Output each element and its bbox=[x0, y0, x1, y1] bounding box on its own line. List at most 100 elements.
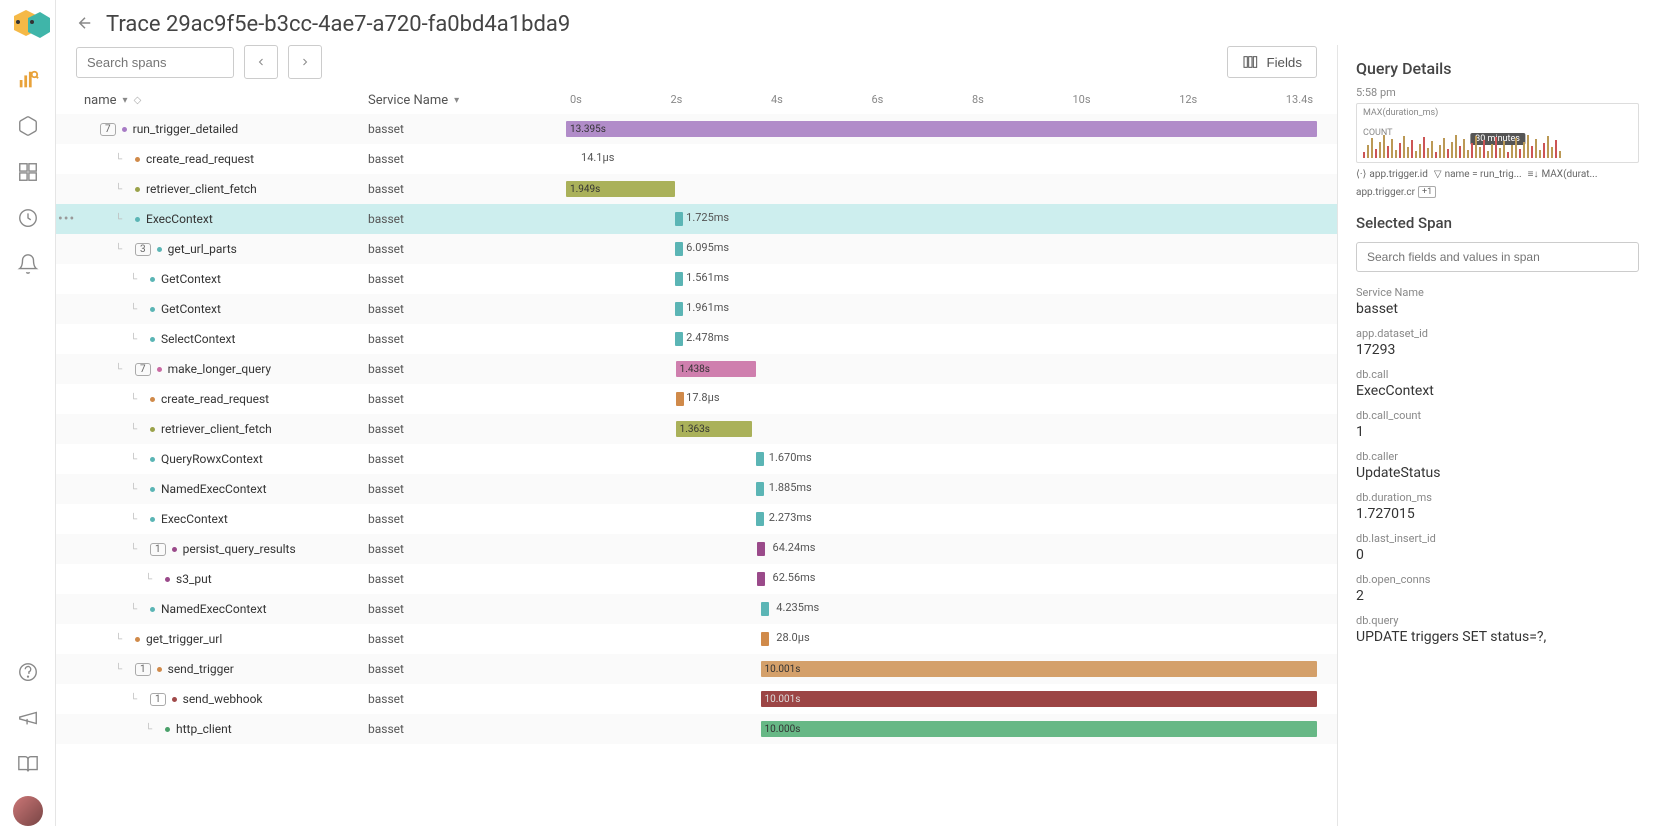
span-color-dot bbox=[150, 337, 155, 342]
span-color-dot bbox=[150, 607, 155, 612]
filter-pill[interactable]: ▽name = run_trig... bbox=[1434, 169, 1522, 180]
help-icon[interactable] bbox=[14, 658, 42, 686]
field-row[interactable]: Service Namebasset bbox=[1356, 286, 1639, 317]
filter-icon: ▽ bbox=[1434, 169, 1442, 180]
span-row[interactable]: └http_clientbasset10.000s bbox=[56, 714, 1337, 744]
span-row[interactable]: └get_trigger_urlbasset28.0µs bbox=[56, 624, 1337, 654]
row-actions-icon[interactable]: ••• bbox=[58, 211, 75, 227]
alerts-icon[interactable] bbox=[14, 250, 42, 278]
span-row[interactable]: └retriever_client_fetchbasset1.949s bbox=[56, 174, 1337, 204]
duration-tick[interactable] bbox=[756, 482, 764, 496]
duration-label: 14.1µs bbox=[581, 151, 614, 164]
field-row[interactable]: db.call_count1 bbox=[1356, 409, 1639, 440]
child-count-badge[interactable]: 7 bbox=[100, 123, 116, 136]
duration-tick[interactable] bbox=[675, 242, 683, 256]
field-value: UpdateStatus bbox=[1356, 465, 1639, 481]
history-icon[interactable] bbox=[14, 204, 42, 232]
duration-bar[interactable]: 10.001s bbox=[761, 661, 1317, 677]
span-row[interactable]: └QueryRowxContextbasset1.670ms bbox=[56, 444, 1337, 474]
duration-tick[interactable] bbox=[757, 542, 765, 556]
span-name: NamedExecContext bbox=[161, 482, 267, 496]
duration-tick[interactable] bbox=[757, 572, 765, 586]
field-row[interactable]: app.dataset_id17293 bbox=[1356, 327, 1639, 358]
fields-button[interactable]: Fields bbox=[1227, 46, 1317, 78]
filter-pill[interactable]: ≡↓MAX(durat... bbox=[1528, 169, 1598, 180]
child-count-badge[interactable]: 7 bbox=[135, 363, 151, 376]
span-row[interactable]: └create_read_requestbasset14.1µs bbox=[56, 144, 1337, 174]
next-button[interactable] bbox=[288, 45, 322, 79]
span-row[interactable]: └NamedExecContextbasset4.235ms bbox=[56, 594, 1337, 624]
span-row[interactable]: └1persist_query_resultsbasset64.24ms bbox=[56, 534, 1337, 564]
span-row[interactable]: 7run_trigger_detailedbasset13.395s bbox=[56, 114, 1337, 144]
duration-tick[interactable] bbox=[675, 332, 683, 346]
boards-icon[interactable] bbox=[14, 158, 42, 186]
prev-button[interactable] bbox=[244, 45, 278, 79]
duration-bar[interactable]: 13.395s bbox=[566, 121, 1317, 137]
duration-tick[interactable] bbox=[761, 632, 769, 646]
field-row[interactable]: db.callerUpdateStatus bbox=[1356, 450, 1639, 481]
docs-icon[interactable] bbox=[14, 750, 42, 778]
span-row[interactable]: └retriever_client_fetchbasset1.363s bbox=[56, 414, 1337, 444]
duration-bar[interactable]: 1.438s bbox=[676, 361, 756, 377]
duration-bar[interactable]: 10.000s bbox=[761, 721, 1317, 737]
duration-bar[interactable]: 10.001s bbox=[761, 691, 1317, 707]
column-service-header[interactable]: Service Name ▾ bbox=[368, 93, 566, 108]
span-color-dot bbox=[165, 727, 170, 732]
filter-pill[interactable]: app.trigger.cr+1 bbox=[1356, 186, 1436, 198]
duration-tick[interactable] bbox=[676, 392, 684, 406]
duration-tick[interactable] bbox=[756, 512, 764, 526]
filter-pill[interactable]: ⟨·⟩app.trigger.id bbox=[1356, 169, 1428, 180]
mini-chart[interactable]: MAX(duration_ms) COUNT 30 minutes bbox=[1356, 103, 1639, 163]
page-title: Trace 29ac9f5e-b3cc-4ae7-a720-fa0bd4a1bd… bbox=[106, 12, 570, 37]
span-name: retriever_client_fetch bbox=[146, 182, 257, 196]
column-name-header[interactable]: name ▾ ◇ bbox=[76, 93, 368, 108]
duration-tick[interactable] bbox=[675, 212, 683, 226]
user-avatar[interactable] bbox=[13, 796, 43, 826]
span-name: s3_put bbox=[176, 572, 212, 586]
duration-tick[interactable] bbox=[761, 602, 769, 616]
span-row[interactable]: └3get_url_partsbasset6.095ms bbox=[56, 234, 1337, 264]
span-row[interactable]: └s3_putbasset62.56ms bbox=[56, 564, 1337, 594]
field-row[interactable]: db.last_insert_id0 bbox=[1356, 532, 1639, 563]
child-count-badge[interactable]: 3 bbox=[135, 243, 151, 256]
span-row[interactable]: └ExecContextbasset2.273ms bbox=[56, 504, 1337, 534]
field-row[interactable]: db.duration_ms1.727015 bbox=[1356, 491, 1639, 522]
span-row[interactable]: └SelectContextbasset2.478ms bbox=[56, 324, 1337, 354]
span-row[interactable]: •••└ExecContextbasset1.725ms bbox=[56, 204, 1337, 234]
duration-bar[interactable]: 1.363s bbox=[676, 421, 753, 437]
duration-bar[interactable]: 1.949s bbox=[566, 181, 675, 197]
span-row[interactable]: └GetContextbasset1.561ms bbox=[56, 264, 1337, 294]
span-row[interactable]: └GetContextbasset1.961ms bbox=[56, 294, 1337, 324]
field-value: 2 bbox=[1356, 588, 1639, 604]
span-row[interactable]: └create_read_requestbasset17.8µs bbox=[56, 384, 1337, 414]
duration-tick[interactable] bbox=[756, 452, 764, 466]
query-icon[interactable] bbox=[14, 66, 42, 94]
child-count-badge[interactable]: 1 bbox=[135, 663, 151, 676]
span-row[interactable]: └NamedExecContextbasset1.885ms bbox=[56, 474, 1337, 504]
span-row[interactable]: └1send_webhookbasset10.001s bbox=[56, 684, 1337, 714]
duration-label: 1.725ms bbox=[686, 211, 729, 224]
span-name: QueryRowxContext bbox=[161, 452, 263, 466]
app-logo-icon[interactable] bbox=[6, 8, 50, 44]
datasets-icon[interactable] bbox=[14, 112, 42, 140]
duration-tick[interactable] bbox=[675, 272, 683, 286]
span-service: basset bbox=[368, 692, 566, 706]
search-spans-input[interactable] bbox=[76, 47, 234, 78]
duration-bar-label: 13.395s bbox=[570, 124, 606, 135]
span-row[interactable]: └7make_longer_querybasset1.438s bbox=[56, 354, 1337, 384]
field-row[interactable]: db.queryUPDATE triggers SET status=?, bbox=[1356, 614, 1639, 645]
announce-icon[interactable] bbox=[14, 704, 42, 732]
child-count-badge[interactable]: 1 bbox=[150, 693, 166, 706]
duration-label: 1.885ms bbox=[769, 481, 812, 494]
timeline-tick: 8s bbox=[972, 93, 984, 106]
child-count-badge[interactable]: 1 bbox=[150, 543, 166, 556]
span-row[interactable]: └1send_triggerbasset10.001s bbox=[56, 654, 1337, 684]
duration-tick[interactable] bbox=[675, 302, 683, 316]
field-row[interactable]: db.callExecContext bbox=[1356, 368, 1639, 399]
back-button[interactable] bbox=[76, 14, 94, 36]
field-row[interactable]: db.open_conns2 bbox=[1356, 573, 1639, 604]
field-search-input[interactable] bbox=[1356, 242, 1639, 272]
duration-label: 2.478ms bbox=[686, 331, 729, 344]
duration-label: 1.961ms bbox=[686, 301, 729, 314]
filter-more-badge: +1 bbox=[1418, 186, 1436, 198]
